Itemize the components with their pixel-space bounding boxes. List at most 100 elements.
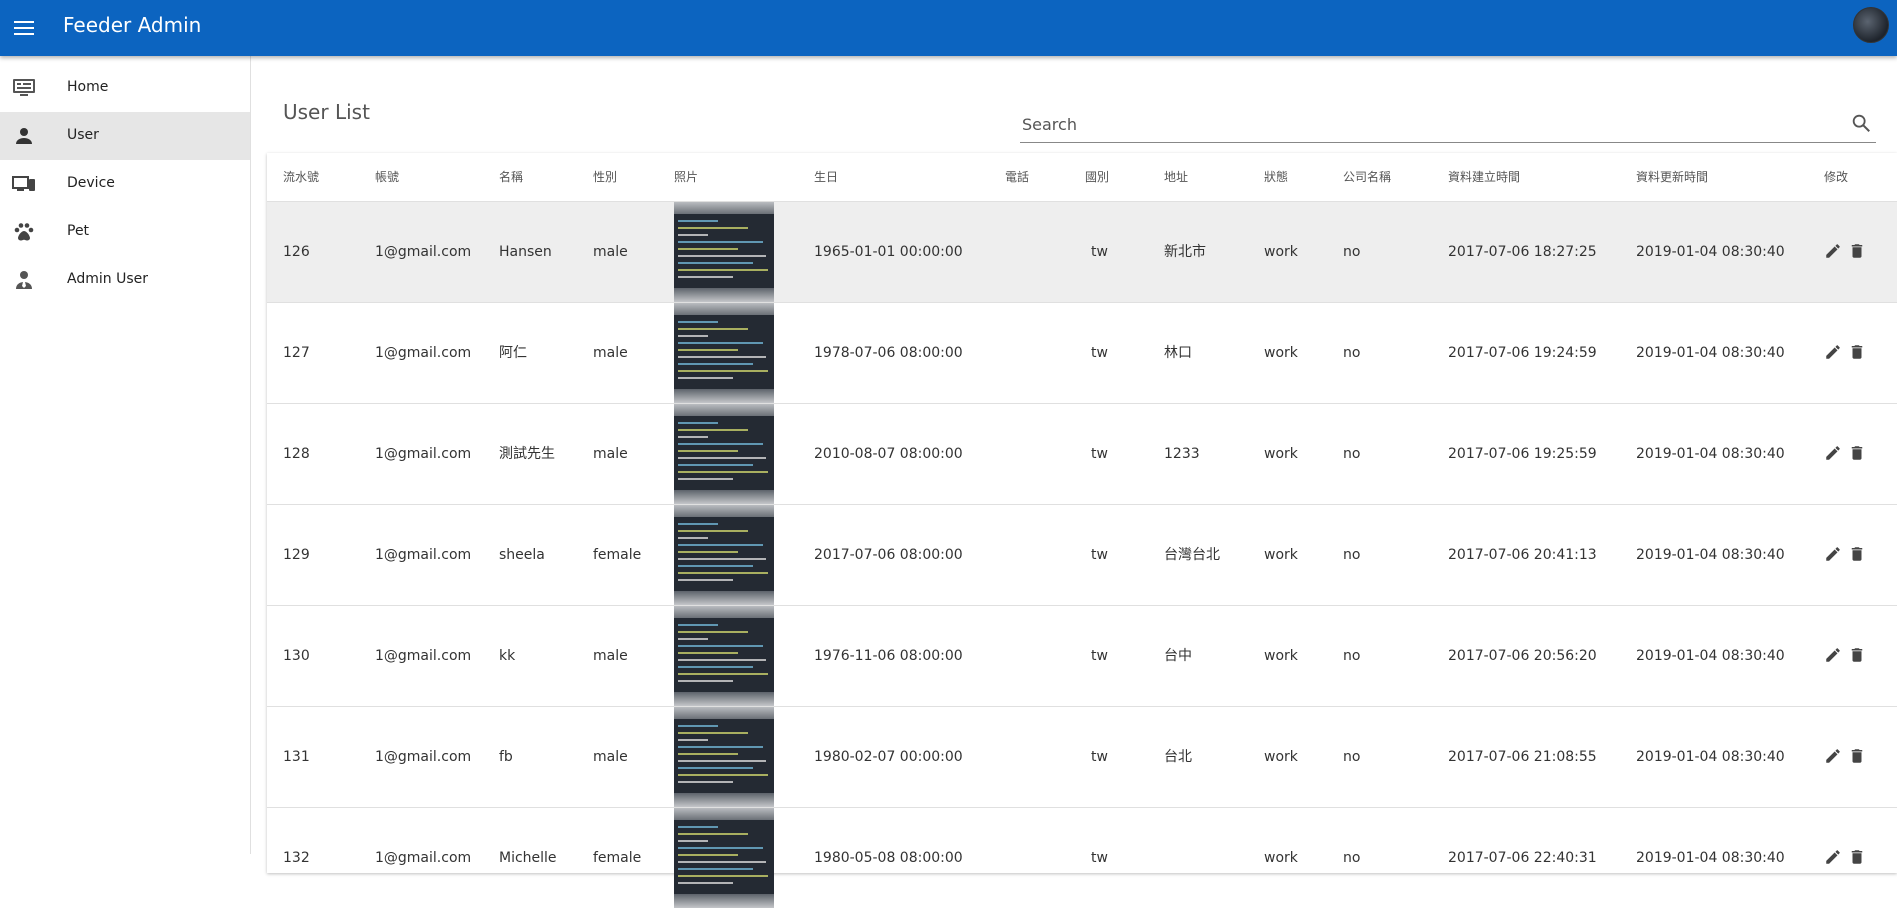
table-row[interactable]: 128 1@gmail.com 測試先生 male 2010-08-07 08:00:0… bbox=[267, 403, 1897, 504]
cell-updated: 2019-01-04 08:30:40 bbox=[1636, 244, 1785, 260]
column-header-created[interactable]: 資料建立時間 bbox=[1448, 153, 1520, 201]
cell-account: 1@gmail.com bbox=[375, 749, 472, 765]
column-header-country[interactable]: 國別 bbox=[1085, 153, 1109, 201]
cell-status: work bbox=[1264, 244, 1298, 260]
cell-country: tw bbox=[1091, 547, 1108, 563]
user-photo[interactable] bbox=[674, 303, 774, 403]
table-row[interactable]: 127 1@gmail.com 阿仁 male 1978-07-06 08:00:00 t… bbox=[267, 302, 1897, 403]
sidebar-item-admin-user[interactable]: Admin User bbox=[0, 256, 250, 304]
user-photo[interactable] bbox=[674, 808, 774, 908]
delete-icon[interactable] bbox=[1848, 848, 1866, 866]
cell-gender: male bbox=[593, 345, 628, 361]
cell-account: 1@gmail.com bbox=[375, 850, 472, 866]
column-header-id[interactable]: 流水號 bbox=[283, 153, 319, 201]
column-header-photo[interactable]: 照片 bbox=[674, 153, 698, 201]
person-icon bbox=[16, 128, 32, 144]
edit-icon[interactable] bbox=[1824, 444, 1842, 462]
edit-icon[interactable] bbox=[1824, 848, 1842, 866]
column-header-status[interactable]: 狀態 bbox=[1264, 153, 1288, 201]
cell-created: 2017-07-06 20:56:20 bbox=[1448, 648, 1597, 664]
table-row[interactable]: 129 1@gmail.com sheela female 2017-07-06 08:… bbox=[267, 504, 1897, 605]
sidebar-item-home[interactable]: Home bbox=[0, 64, 250, 112]
edit-icon[interactable] bbox=[1824, 545, 1842, 563]
cell-created: 2017-07-06 18:27:25 bbox=[1448, 244, 1597, 260]
column-header-phone[interactable]: 電話 bbox=[1005, 153, 1029, 201]
delete-icon[interactable] bbox=[1848, 444, 1866, 462]
edit-icon[interactable] bbox=[1824, 242, 1842, 260]
sidebar-item-label: User bbox=[67, 127, 99, 143]
table-row[interactable]: 126 1@gmail.com Hansen male 1965-01-01 00:00… bbox=[267, 201, 1897, 302]
cell-name: sheela bbox=[499, 547, 545, 563]
column-header-updated[interactable]: 資料更新時間 bbox=[1636, 153, 1708, 201]
cell-account: 1@gmail.com bbox=[375, 446, 472, 462]
cell-name: kk bbox=[499, 648, 516, 664]
cell-id: 128 bbox=[283, 446, 310, 462]
search-input[interactable] bbox=[1020, 110, 1824, 138]
table-row[interactable]: 131 1@gmail.com fb male 1980-02-07 00:00:00 t… bbox=[267, 706, 1897, 807]
sidebar-item-pet[interactable]: Pet bbox=[0, 208, 250, 256]
cell-account: 1@gmail.com bbox=[375, 547, 472, 563]
user-photo[interactable] bbox=[674, 707, 774, 807]
user-photo[interactable] bbox=[674, 202, 774, 302]
table-row[interactable]: 130 1@gmail.com kk male 1976-11-06 08:00:00 t… bbox=[267, 605, 1897, 706]
search-icon[interactable] bbox=[1850, 112, 1872, 134]
cell-id: 129 bbox=[283, 547, 310, 563]
cell-status: work bbox=[1264, 749, 1298, 765]
devices-icon bbox=[12, 176, 35, 191]
cell-created: 2017-07-06 20:41:13 bbox=[1448, 547, 1597, 563]
main-content: User List 流水號 帳號 名稱 性別 照片 生日 電話 國別 地址 狀態… bbox=[251, 56, 1897, 908]
cell-id: 126 bbox=[283, 244, 310, 260]
avatar[interactable] bbox=[1853, 7, 1889, 43]
cell-gender: male bbox=[593, 446, 628, 462]
edit-icon[interactable] bbox=[1824, 747, 1842, 765]
cell-address: 1233 bbox=[1164, 446, 1200, 462]
cell-updated: 2019-01-04 08:30:40 bbox=[1636, 345, 1785, 361]
column-header-address[interactable]: 地址 bbox=[1164, 153, 1188, 201]
sidebar-item-device[interactable]: Device bbox=[0, 160, 250, 208]
column-header-birthday[interactable]: 生日 bbox=[814, 153, 838, 201]
column-header-gender[interactable]: 性別 bbox=[593, 153, 617, 201]
sidebar: Home User Device Pet Admin User bbox=[0, 56, 251, 854]
cell-created: 2017-07-06 21:08:55 bbox=[1448, 749, 1597, 765]
user-table: 流水號 帳號 名稱 性別 照片 生日 電話 國別 地址 狀態 公司名稱 資料建立… bbox=[267, 153, 1897, 908]
user-photo[interactable] bbox=[674, 404, 774, 504]
cell-updated: 2019-01-04 08:30:40 bbox=[1636, 547, 1785, 563]
delete-icon[interactable] bbox=[1848, 242, 1866, 260]
user-photo[interactable] bbox=[674, 606, 774, 706]
cell-address: 台中 bbox=[1164, 648, 1192, 664]
cell-birthday: 2017-07-06 08:00:00 bbox=[814, 547, 963, 563]
table-row[interactable]: 132 1@gmail.com Michelle female 1980-05-08 0… bbox=[267, 807, 1897, 908]
monitor-icon bbox=[13, 79, 35, 96]
cell-gender: male bbox=[593, 648, 628, 664]
cell-status: work bbox=[1264, 648, 1298, 664]
delete-icon[interactable] bbox=[1848, 545, 1866, 563]
user-photo[interactable] bbox=[674, 505, 774, 605]
cell-birthday: 1980-05-08 08:00:00 bbox=[814, 850, 963, 866]
menu-icon[interactable] bbox=[12, 14, 40, 42]
cell-gender: male bbox=[593, 244, 628, 260]
cell-name: 測試先生 bbox=[499, 446, 555, 462]
sidebar-item-user[interactable]: User bbox=[0, 112, 250, 160]
cell-company: no bbox=[1343, 547, 1361, 563]
delete-icon[interactable] bbox=[1848, 343, 1866, 361]
cell-country: tw bbox=[1091, 345, 1108, 361]
page-title: User List bbox=[283, 100, 370, 124]
column-header-company[interactable]: 公司名稱 bbox=[1343, 153, 1391, 201]
edit-icon[interactable] bbox=[1824, 343, 1842, 361]
column-header-edit[interactable]: 修改 bbox=[1824, 153, 1848, 201]
delete-icon[interactable] bbox=[1848, 646, 1866, 664]
cell-country: tw bbox=[1091, 749, 1108, 765]
edit-icon[interactable] bbox=[1824, 646, 1842, 664]
column-header-name[interactable]: 名稱 bbox=[499, 153, 523, 201]
cell-created: 2017-07-06 19:25:59 bbox=[1448, 446, 1597, 462]
app-title: Feeder Admin bbox=[63, 13, 202, 37]
cell-birthday: 2010-08-07 08:00:00 bbox=[814, 446, 963, 462]
cell-birthday: 1965-01-01 00:00:00 bbox=[814, 244, 963, 260]
delete-icon[interactable] bbox=[1848, 747, 1866, 765]
cell-birthday: 1976-11-06 08:00:00 bbox=[814, 648, 963, 664]
column-header-account[interactable]: 帳號 bbox=[375, 153, 399, 201]
cell-company: no bbox=[1343, 446, 1361, 462]
cell-created: 2017-07-06 22:40:31 bbox=[1448, 850, 1597, 866]
cell-country: tw bbox=[1091, 446, 1108, 462]
cell-name: Hansen bbox=[499, 244, 552, 260]
